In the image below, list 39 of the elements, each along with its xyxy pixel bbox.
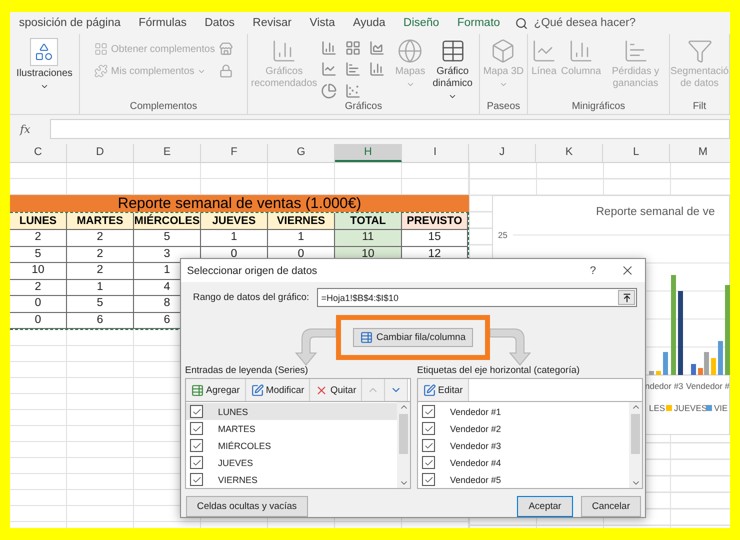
group-label: Gráficos: [344, 101, 384, 112]
header-cell: JUEVES: [201, 213, 268, 230]
panel-title: Etiquetas del eje horizontal (categoría): [417, 365, 581, 376]
panel-title: Entradas de leyenda (Series): [185, 365, 310, 376]
table-cell: 2: [10, 230, 67, 246]
category-label: Vendedor #: [686, 381, 730, 391]
table-cell: 2: [67, 230, 134, 246]
table-cell: 5: [67, 296, 134, 312]
table-cell: 1: [268, 230, 335, 246]
group-label: Paseos: [486, 101, 522, 112]
table-cell: 0: [10, 296, 67, 312]
header-cell: MARTES: [67, 213, 134, 230]
table-cell: 10: [10, 263, 67, 280]
header-cell: LUNES: [10, 213, 67, 230]
group-label: Complementos: [128, 101, 198, 112]
header-cell: MIÉRCOLES: [134, 213, 201, 230]
axis-tick: 25: [498, 230, 508, 240]
table-cell: 1: [201, 230, 268, 246]
table-cell: 5: [10, 246, 67, 263]
table-cell: 15: [402, 230, 468, 246]
legend-label: VIE: [714, 403, 728, 413]
table-cell: 5: [134, 230, 201, 246]
table-cell: 11: [335, 230, 402, 246]
header-cell: TOTAL: [335, 213, 402, 230]
group-label: Minigráficos: [570, 101, 626, 112]
group-label: Filt: [692, 101, 708, 112]
category-label: ndedor #3: [645, 381, 684, 391]
header-cell: PREVISTO: [402, 213, 468, 230]
table-cell: 2: [67, 246, 134, 263]
table-cell: 1: [67, 280, 134, 296]
header-cell: VIERNES: [268, 213, 335, 230]
legend-label: JUEVES: [674, 403, 708, 413]
table-cell: 2: [67, 263, 134, 280]
table-cell: 2: [10, 280, 67, 296]
chart-title: Reporte semanal de ve: [596, 206, 715, 218]
table-cell: 0: [10, 312, 67, 329]
table-cell: 6: [67, 312, 134, 329]
legend-label: LES: [649, 403, 666, 413]
table-title: Reporte semanal de ventas (1.000€): [10, 195, 469, 212]
